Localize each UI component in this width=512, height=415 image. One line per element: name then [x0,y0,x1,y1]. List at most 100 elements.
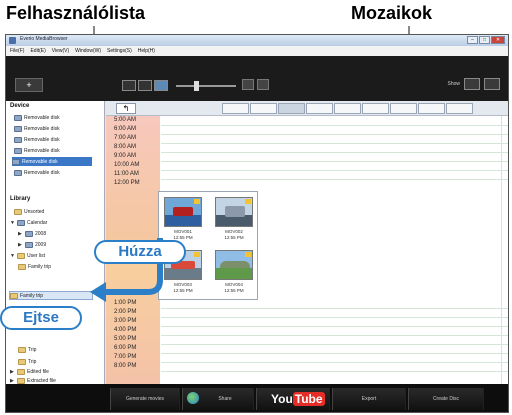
sidebar-device-6[interactable]: Removable disk [14,168,60,177]
folder-icon [17,252,25,259]
sidebar-device-5-selected[interactable]: Removable disk [12,157,92,166]
sidebar-calendar[interactable]: ▼ Calendar [10,218,47,227]
time-slot: 12:00 PM [114,180,140,186]
thumbnail-badge-icon [245,199,251,204]
sidebar-device-3[interactable]: Removable disk [14,135,60,144]
calendar-view-button[interactable] [154,80,168,91]
grid-line [161,344,508,345]
thumbnail-boat [173,207,193,216]
generate-movies-button[interactable]: Generate movies [110,388,180,410]
tab-7[interactable] [390,103,417,114]
library-label: Extracted file [27,377,56,384]
time-slot: 3:00 PM [114,318,137,324]
grid-line [161,179,508,180]
export-button[interactable]: Export [332,388,406,410]
menu-settings[interactable]: Settings(S) [107,48,132,54]
sidebar-trip-2[interactable]: Trip [18,357,36,366]
time-slot: 11:00 AM [114,171,139,177]
library-label: Trip [28,346,37,353]
thumbnail-view-button[interactable] [122,80,136,91]
sidebar-family-trip[interactable]: Family trip [18,262,51,271]
minimize-button[interactable]: – [467,36,478,44]
thumbnail-2-time: 12:55 PM [224,235,244,240]
tab-3[interactable] [278,103,305,114]
zoom-out-icon[interactable] [242,79,254,90]
add-button[interactable]: + [15,78,43,92]
collapse-arrow-icon[interactable]: ▶ [18,231,23,237]
grid-line [161,317,508,318]
menu-view[interactable]: View(V) [52,48,69,54]
drive-icon [12,158,20,165]
menu-help[interactable]: Help(H) [138,48,155,54]
thumbnail-2[interactable] [215,197,253,227]
library-label: Edited file [27,368,49,375]
close-button[interactable]: ✕ [491,36,505,44]
thumbnail-4[interactable] [215,250,253,280]
tab-8[interactable] [418,103,445,114]
sidebar-family-trip-drop-target[interactable]: Family trip [9,291,93,300]
folder-icon [18,263,26,270]
sidebar-device-4[interactable]: Removable disk [14,146,60,155]
expand-arrow-icon[interactable]: ▼ [10,220,15,226]
sidebar-device-1[interactable]: Removable disk [14,113,60,122]
zoom-in-icon[interactable] [257,79,269,90]
grid-line [161,308,508,309]
thumbnail-water [165,214,201,226]
device-label: Removable disk [24,125,60,132]
sidebar-device-2[interactable]: Removable disk [14,124,60,133]
time-slot: 4:00 PM [114,327,137,333]
library-label: Family trip [28,263,52,270]
grid-line [161,134,508,135]
share-globe-icon [187,392,199,404]
tab-2[interactable] [250,103,277,114]
sidebar-unsorted[interactable]: Unsorted [14,207,44,216]
sidebar-user-list[interactable]: ▼ User list [10,251,45,260]
sidebar-trip[interactable]: Trip [18,345,36,354]
folder-icon [18,358,26,365]
show-filter-dropdown[interactable] [464,78,480,90]
zoom-slider-knob[interactable] [194,81,199,91]
expand-arrow-icon[interactable]: ▶ [10,369,15,375]
create-disc-button[interactable]: Create Disc [408,388,484,410]
sidebar-edited-file[interactable]: ▶ Edited file [10,367,49,376]
window-title: Everio MediaBrowser [20,36,68,42]
toolbar: + Show [6,56,508,101]
grid-line [161,353,508,354]
tab-5[interactable] [334,103,361,114]
tab-9[interactable] [446,103,473,114]
sidebar-year-2009[interactable]: ▶ 2009 [18,240,46,249]
tab-4[interactable] [306,103,333,114]
folder-icon [17,377,25,384]
menu-edit[interactable]: Edit(E) [30,48,45,54]
library-label: Unsorted [24,208,45,215]
zoom-slider[interactable] [176,81,236,91]
list-view-button[interactable] [138,80,152,91]
device-label: Removable disk [22,158,58,165]
time-slot: 2:00 PM [114,309,137,315]
maximize-button[interactable]: □ [479,36,490,44]
back-arrow-icon[interactable]: ↰ [116,103,136,114]
sidebar-year-2008[interactable]: ▶ 2008 [18,229,46,238]
device-label: Removable disk [24,147,60,154]
thumbnail-1[interactable] [164,197,202,227]
grid-line [161,152,508,153]
youtube-logo: You Tube [271,392,325,406]
tab-6[interactable] [362,103,389,114]
menu-file[interactable]: File(F) [10,48,24,54]
app-icon [9,37,16,44]
library-label: Family trip [20,292,44,299]
tab-1[interactable] [222,103,249,114]
menu-window[interactable]: Window(W) [75,48,101,54]
grid-line [161,362,508,363]
thumbnail-4-title: MOV004 [225,282,243,287]
sort-dropdown[interactable] [484,78,500,90]
drive-icon [14,125,22,132]
expand-arrow-icon[interactable]: ▶ [10,378,15,384]
drive-icon [14,169,22,176]
thumbnail-ground [165,267,201,279]
collapse-arrow-icon[interactable]: ▶ [18,242,23,248]
library-label: 2009 [35,241,47,248]
expand-arrow-icon[interactable]: ▼ [10,253,15,259]
library-header: Library [10,196,31,202]
thumbnail-4-time: 12:55 PM [224,288,244,293]
